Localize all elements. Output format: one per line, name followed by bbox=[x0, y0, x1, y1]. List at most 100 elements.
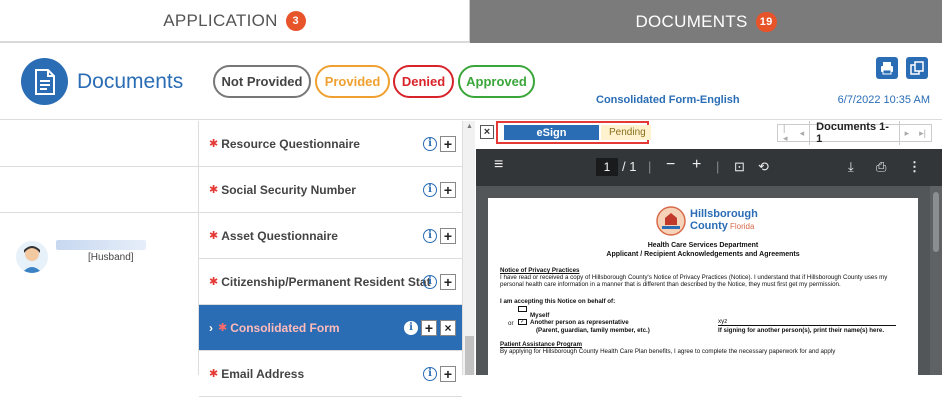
scrollbar-thumb[interactable] bbox=[465, 336, 474, 375]
next-page-icon[interactable]: ▸ bbox=[900, 128, 915, 139]
print-button[interactable] bbox=[876, 57, 898, 79]
pdf-toolbar: ≡ 1 / 1 | − + | ⊡ ⟲ ⤓ ⎙ ⋮ bbox=[476, 149, 942, 186]
pdf-scrollbar[interactable] bbox=[930, 186, 942, 375]
toolbar-divider: | bbox=[716, 159, 720, 174]
section-body: By applying for Hillsborough County Heal… bbox=[500, 348, 836, 355]
copy-button[interactable] bbox=[906, 57, 928, 79]
menu-icon[interactable]: ≡ bbox=[494, 156, 503, 174]
accept-label: I am accepting this Notice on behalf of: bbox=[500, 298, 616, 305]
more-options-icon[interactable]: ⋮ bbox=[908, 159, 921, 175]
option-or: or bbox=[508, 320, 514, 327]
documents-count-badge: 19 bbox=[755, 11, 777, 32]
documents-header: Documents Not Provided Provided Denied A… bbox=[0, 45, 942, 120]
required-icon: ✱ bbox=[209, 184, 219, 196]
option-note: (Parent, guardian, family member, etc.) bbox=[536, 327, 650, 334]
document-viewer: × eSign Pending |◂ ◂ Documents 1-1 ▸ ▸| … bbox=[476, 121, 942, 388]
add-button[interactable]: + bbox=[421, 319, 437, 336]
section-body: I have read or received a copy of Hillsb… bbox=[500, 274, 888, 289]
document-list: ✱ Resource Questionnaire i + ✱ Social Se… bbox=[199, 121, 462, 397]
tab-application[interactable]: APPLICATION 3 bbox=[0, 0, 470, 43]
add-button[interactable]: + bbox=[440, 365, 456, 382]
info-icon[interactable]: i bbox=[423, 366, 437, 381]
form-name-link[interactable]: Consolidated Form-English bbox=[596, 94, 740, 106]
list-item-selected[interactable]: › ✱ Consolidated Form i + × bbox=[199, 305, 462, 351]
page-title: Documents bbox=[77, 70, 184, 93]
logo-text: County bbox=[690, 220, 728, 232]
document-icon bbox=[21, 58, 68, 105]
add-button[interactable]: + bbox=[440, 273, 456, 290]
filter-denied-button[interactable]: Denied bbox=[393, 65, 454, 98]
filter-not-provided-button[interactable]: Not Provided bbox=[213, 65, 311, 98]
document-name: Consolidated Form bbox=[230, 320, 340, 335]
member-row-empty bbox=[0, 167, 199, 213]
info-icon[interactable]: i bbox=[423, 182, 437, 197]
info-icon[interactable]: i bbox=[423, 228, 437, 243]
document-pager: |◂ ◂ Documents 1-1 ▸ ▸| bbox=[777, 121, 932, 145]
zoom-in-icon[interactable]: + bbox=[692, 156, 701, 174]
prev-page-icon[interactable]: ◂ bbox=[795, 128, 810, 139]
scrollbar-thumb[interactable] bbox=[933, 192, 939, 252]
chevron-right-icon: › bbox=[209, 320, 213, 335]
download-icon[interactable]: ⤓ bbox=[848, 159, 854, 175]
tab-application-label: APPLICATION bbox=[163, 10, 278, 30]
list-item[interactable]: ✱ Citizenship/Permanent Resident Stat i … bbox=[199, 259, 462, 305]
required-icon: ✱ bbox=[209, 368, 219, 380]
required-icon: ✱ bbox=[209, 138, 219, 150]
info-icon[interactable]: i bbox=[423, 274, 437, 289]
list-item[interactable]: ✱ Email Address i + bbox=[199, 351, 462, 397]
add-button[interactable]: + bbox=[440, 181, 456, 198]
option-label: Another person as representative bbox=[530, 319, 629, 326]
esign-button[interactable]: eSign bbox=[504, 125, 599, 140]
required-icon: ✱ bbox=[218, 322, 228, 334]
county-seal-icon bbox=[656, 206, 686, 236]
main-tabs: APPLICATION 3 DOCUMENTS 19 bbox=[0, 0, 942, 43]
last-page-icon[interactable]: ▸| bbox=[914, 128, 931, 139]
household-members: [Husband] bbox=[0, 121, 199, 375]
document-name: Asset Questionnaire bbox=[221, 228, 338, 243]
list-item[interactable]: ✱ Resource Questionnaire i + bbox=[199, 121, 462, 167]
copy-icon bbox=[910, 61, 924, 75]
document-name: Citizenship/Permanent Resident Stat bbox=[221, 274, 431, 289]
close-viewer-button[interactable]: × bbox=[480, 125, 494, 139]
application-count-badge: 3 bbox=[285, 10, 306, 31]
filter-provided-button[interactable]: Provided bbox=[315, 65, 390, 98]
doc-dept: Health Care Services Department bbox=[647, 242, 759, 249]
document-name: Social Security Number bbox=[221, 182, 356, 197]
fit-page-icon[interactable]: ⊡ bbox=[734, 159, 745, 175]
add-button[interactable]: + bbox=[440, 135, 456, 152]
list-item[interactable]: ✱ Social Security Number i + bbox=[199, 167, 462, 213]
printer-icon bbox=[881, 62, 893, 75]
checkbox-representative[interactable]: ✓ bbox=[518, 319, 527, 325]
status-badge: Pending bbox=[601, 125, 651, 140]
doc-subtitle: Applicant / Recipient Acknowledgements a… bbox=[606, 251, 800, 258]
tab-documents[interactable]: DOCUMENTS 19 bbox=[470, 0, 942, 43]
esign-status-group: eSign Pending bbox=[496, 121, 651, 144]
toolbar-divider: | bbox=[648, 159, 652, 174]
member-row[interactable]: [Husband] bbox=[0, 237, 199, 277]
info-icon[interactable]: i bbox=[404, 320, 418, 335]
page-total: / 1 bbox=[622, 159, 637, 174]
member-relation: [Husband] bbox=[88, 252, 134, 263]
checkbox-myself[interactable] bbox=[518, 306, 527, 312]
pager-label: Documents 1-1 bbox=[809, 121, 900, 145]
info-icon[interactable]: i bbox=[423, 136, 437, 151]
add-button[interactable]: + bbox=[440, 227, 456, 244]
required-icon: ✱ bbox=[209, 276, 219, 288]
pdf-page: Hillsborough County Florida Health Care … bbox=[488, 198, 918, 388]
list-item[interactable]: ✱ Asset Questionnaire i + bbox=[199, 213, 462, 259]
pdf-canvas: Hillsborough County Florida Health Care … bbox=[476, 186, 942, 388]
filter-approved-button[interactable]: Approved bbox=[458, 65, 535, 98]
first-page-icon[interactable]: |◂ bbox=[778, 123, 795, 144]
printer-icon[interactable]: ⎙ bbox=[876, 159, 886, 175]
scroll-up-icon[interactable]: ▲ bbox=[466, 123, 473, 130]
document-name: Email Address bbox=[221, 366, 305, 381]
remove-button[interactable]: × bbox=[440, 319, 456, 336]
rotate-icon[interactable]: ⟲ bbox=[758, 159, 769, 175]
avatar bbox=[16, 241, 48, 273]
document-date: 6/7/2022 10:35 AM bbox=[837, 94, 930, 106]
document-list-scrollbar[interactable]: ▲ bbox=[462, 121, 475, 375]
page-number-input[interactable]: 1 bbox=[596, 158, 618, 176]
zoom-out-icon[interactable]: − bbox=[666, 156, 675, 174]
required-icon: ✱ bbox=[209, 230, 219, 242]
signature-line bbox=[718, 325, 896, 326]
